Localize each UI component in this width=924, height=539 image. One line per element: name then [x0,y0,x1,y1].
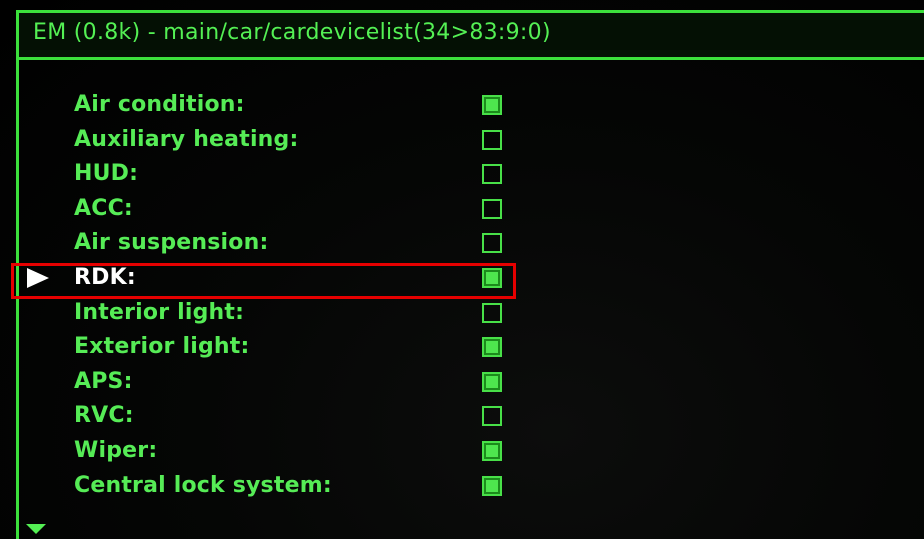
checkbox[interactable] [482,199,502,219]
list-item[interactable]: Central lock system: [0,470,924,504]
list-item[interactable]: Auxiliary heating: [0,124,924,158]
list-item[interactable]: APS: [0,366,924,400]
list-item-label: APS: [74,369,133,394]
title-bar: EM (0.8k) - main/car/cardevicelist(34>83… [16,10,924,60]
checkbox[interactable] [482,95,502,115]
checkbox[interactable] [482,337,502,357]
checkbox[interactable] [482,476,502,496]
checkbox[interactable] [482,164,502,184]
list-item-label: RVC: [74,403,134,428]
list-item-label: Central lock system: [74,473,332,498]
list-item[interactable]: Interior light: [0,297,924,331]
list-item[interactable]: RVC: [0,400,924,434]
list-item[interactable]: ACC: [0,193,924,227]
list-item[interactable]: Air suspension: [0,227,924,261]
selection-highlight-box [11,263,516,299]
list-item[interactable]: HUD: [0,158,924,192]
checkbox[interactable] [482,406,502,426]
list-item-label: Wiper: [74,438,158,463]
list-item[interactable]: Air condition: [0,89,924,123]
checkbox[interactable] [482,233,502,253]
checkbox[interactable] [482,130,502,150]
list-item-label: Auxiliary heating: [74,127,299,152]
list-item-label: Exterior light: [74,334,250,359]
list-item[interactable]: Wiper: [0,435,924,469]
list-item-label: HUD: [74,161,139,186]
checkbox[interactable] [482,372,502,392]
em-screen: EM (0.8k) - main/car/cardevicelist(34>83… [0,0,924,539]
checkbox[interactable] [482,303,502,323]
list-item-label: Air condition: [74,92,245,117]
scroll-down-icon[interactable] [26,524,46,534]
page-title: EM (0.8k) - main/car/cardevicelist(34>83… [33,20,551,45]
list-item-label: ACC: [74,196,133,221]
list-item[interactable]: Exterior light: [0,331,924,365]
list-item-label: Air suspension: [74,230,269,255]
list-item-label: Interior light: [74,300,245,325]
checkbox[interactable] [482,441,502,461]
